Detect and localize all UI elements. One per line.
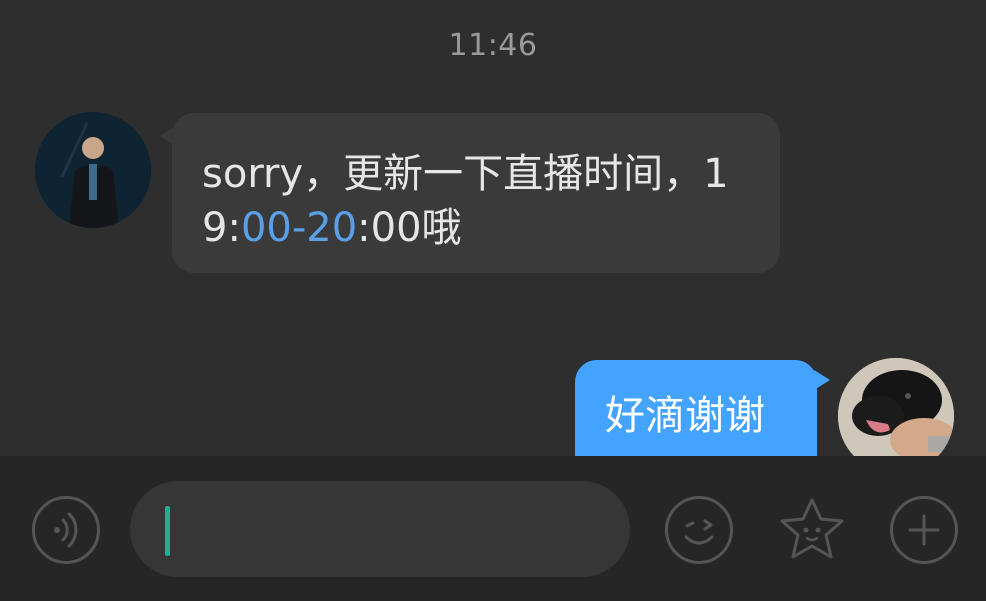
outgoing-bubble-tail <box>814 370 830 390</box>
text-caret <box>165 506 170 556</box>
chat-area: 11:46 sorry，更新一下直播时间，19:00-20:00哦 好滴谢谢 <box>0 0 986 456</box>
outgoing-message-bubble[interactable]: 好滴谢谢 <box>575 360 817 456</box>
emoji-button[interactable] <box>665 496 733 564</box>
time-link[interactable]: 00-20 <box>241 205 357 251</box>
contact-avatar[interactable] <box>35 112 151 228</box>
incoming-message-text: sorry，更新一下直播时间，19:00-20:00哦 <box>202 147 750 255</box>
dog-icon <box>838 358 954 456</box>
input-bar <box>0 456 986 601</box>
person-icon <box>35 112 151 228</box>
incoming-message-bubble[interactable]: sorry，更新一下直播时间，19:00-20:00哦 <box>172 113 780 273</box>
user-avatar[interactable] <box>838 358 954 456</box>
voice-button[interactable] <box>32 496 100 564</box>
message-text-part: :00哦 <box>357 205 462 251</box>
message-timestamp: 11:46 <box>448 28 538 63</box>
sticker-favorites-button[interactable] <box>776 494 848 566</box>
voice-icon <box>54 512 78 548</box>
emoji-icon <box>684 519 714 545</box>
more-options-button[interactable] <box>890 496 958 564</box>
star-sticker-icon <box>780 498 844 559</box>
outgoing-message-text: 好滴谢谢 <box>605 393 765 439</box>
message-input[interactable] <box>130 481 630 577</box>
plus-icon <box>908 514 940 546</box>
